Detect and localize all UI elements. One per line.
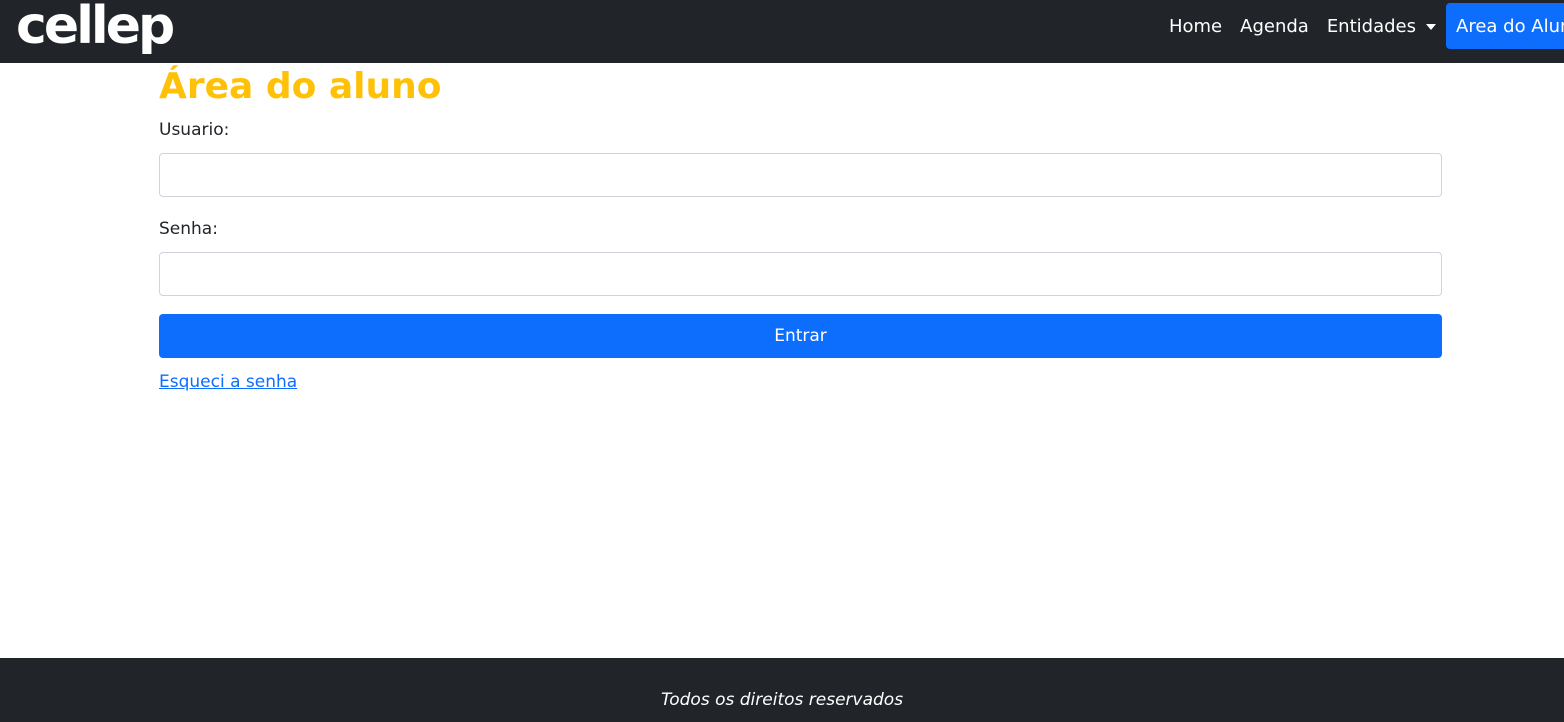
nav-dropdown-entidades[interactable]: Entidades (1318, 0, 1445, 37)
senha-input[interactable] (159, 252, 1442, 296)
usuario-input[interactable] (159, 153, 1442, 197)
navbar: cellep Home Agenda Entidades Area do Alu… (0, 0, 1564, 63)
nav-links: Home Agenda Entidades Area do Aluno (1160, 0, 1564, 63)
senha-label: Senha: (159, 219, 218, 239)
forgot-password-link[interactable]: Esqueci a senha (159, 372, 297, 392)
nav-link-area-do-aluno[interactable]: Area do Aluno (1446, 3, 1564, 49)
nav-dropdown-entidades-label: Entidades (1326, 16, 1416, 37)
brand-logo[interactable]: cellep (16, 0, 175, 56)
page-title: Área do aluno (159, 66, 442, 107)
footer-text: Todos os direitos reservados (660, 690, 904, 710)
entrar-button[interactable]: Entrar (159, 314, 1442, 358)
nav-link-home[interactable]: Home (1160, 0, 1231, 37)
usuario-label: Usuario: (159, 120, 230, 140)
nav-link-agenda[interactable]: Agenda (1231, 0, 1318, 37)
caret-down-icon (1426, 24, 1436, 30)
footer: Todos os direitos reservados (0, 658, 1564, 722)
